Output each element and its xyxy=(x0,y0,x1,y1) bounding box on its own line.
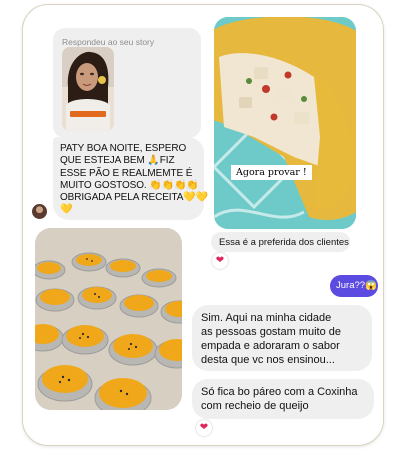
message-jura-outgoing[interactable]: Jura??😱 xyxy=(330,275,378,297)
message-line: ESSE PÃO E REALMEMTE É xyxy=(60,167,193,179)
heart-icon: ❤ xyxy=(199,422,209,433)
message-line: com recheio de queijo xyxy=(201,400,309,412)
heart-reaction-icon[interactable]: ❤ xyxy=(212,253,228,269)
empadas-photo[interactable] xyxy=(35,228,182,410)
message-line: desta que vc nos ensinou... xyxy=(201,354,335,366)
message-paty-thanks[interactable]: PATY BOA NOITE, ESPERO QUE ESTEJA BEM 🙏F… xyxy=(53,137,209,220)
pie-image xyxy=(214,17,356,229)
message-coxinha[interactable]: Só fica bo páreo com a Coxinha com reche… xyxy=(192,379,374,419)
heart-reaction-icon[interactable]: ❤ xyxy=(196,420,212,436)
pie-photo-label: Agora provar ! xyxy=(231,165,312,180)
story-thumbnail[interactable] xyxy=(62,47,114,131)
story-reply-card[interactable]: Respondeu ao seu story xyxy=(53,28,201,138)
message-line: Só fica bo páreo com a Coxinha xyxy=(201,386,358,398)
message-line: QUE ESTEJA BEM 🙏FIZ xyxy=(60,155,175,167)
message-sim[interactable]: Sim. Aqui na minha cidade as pessoas gos… xyxy=(192,305,372,371)
heart-icon: ❤ xyxy=(215,255,225,266)
message-line: MUITO GOSTOSO. 👏👏👏👏 xyxy=(60,179,199,191)
message-line: as pessoas gostam muito de xyxy=(201,326,342,338)
sender-avatar[interactable] xyxy=(32,204,47,219)
message-favorite[interactable]: Essa é a preferida dos clientes xyxy=(211,232,350,252)
message-line: 💛 xyxy=(60,204,73,216)
message-line: OBRIGADA PELA RECEITA💛💛 xyxy=(60,192,209,204)
message-line: Sim. Aqui na minha cidade xyxy=(201,312,332,324)
message-line: empada e adoraram o sabor xyxy=(201,340,340,352)
message-line: PATY BOA NOITE, ESPERO xyxy=(60,143,187,154)
pie-photo[interactable]: Agora provar ! xyxy=(214,17,356,229)
story-person-image xyxy=(62,47,114,131)
empadas-image xyxy=(35,228,182,410)
